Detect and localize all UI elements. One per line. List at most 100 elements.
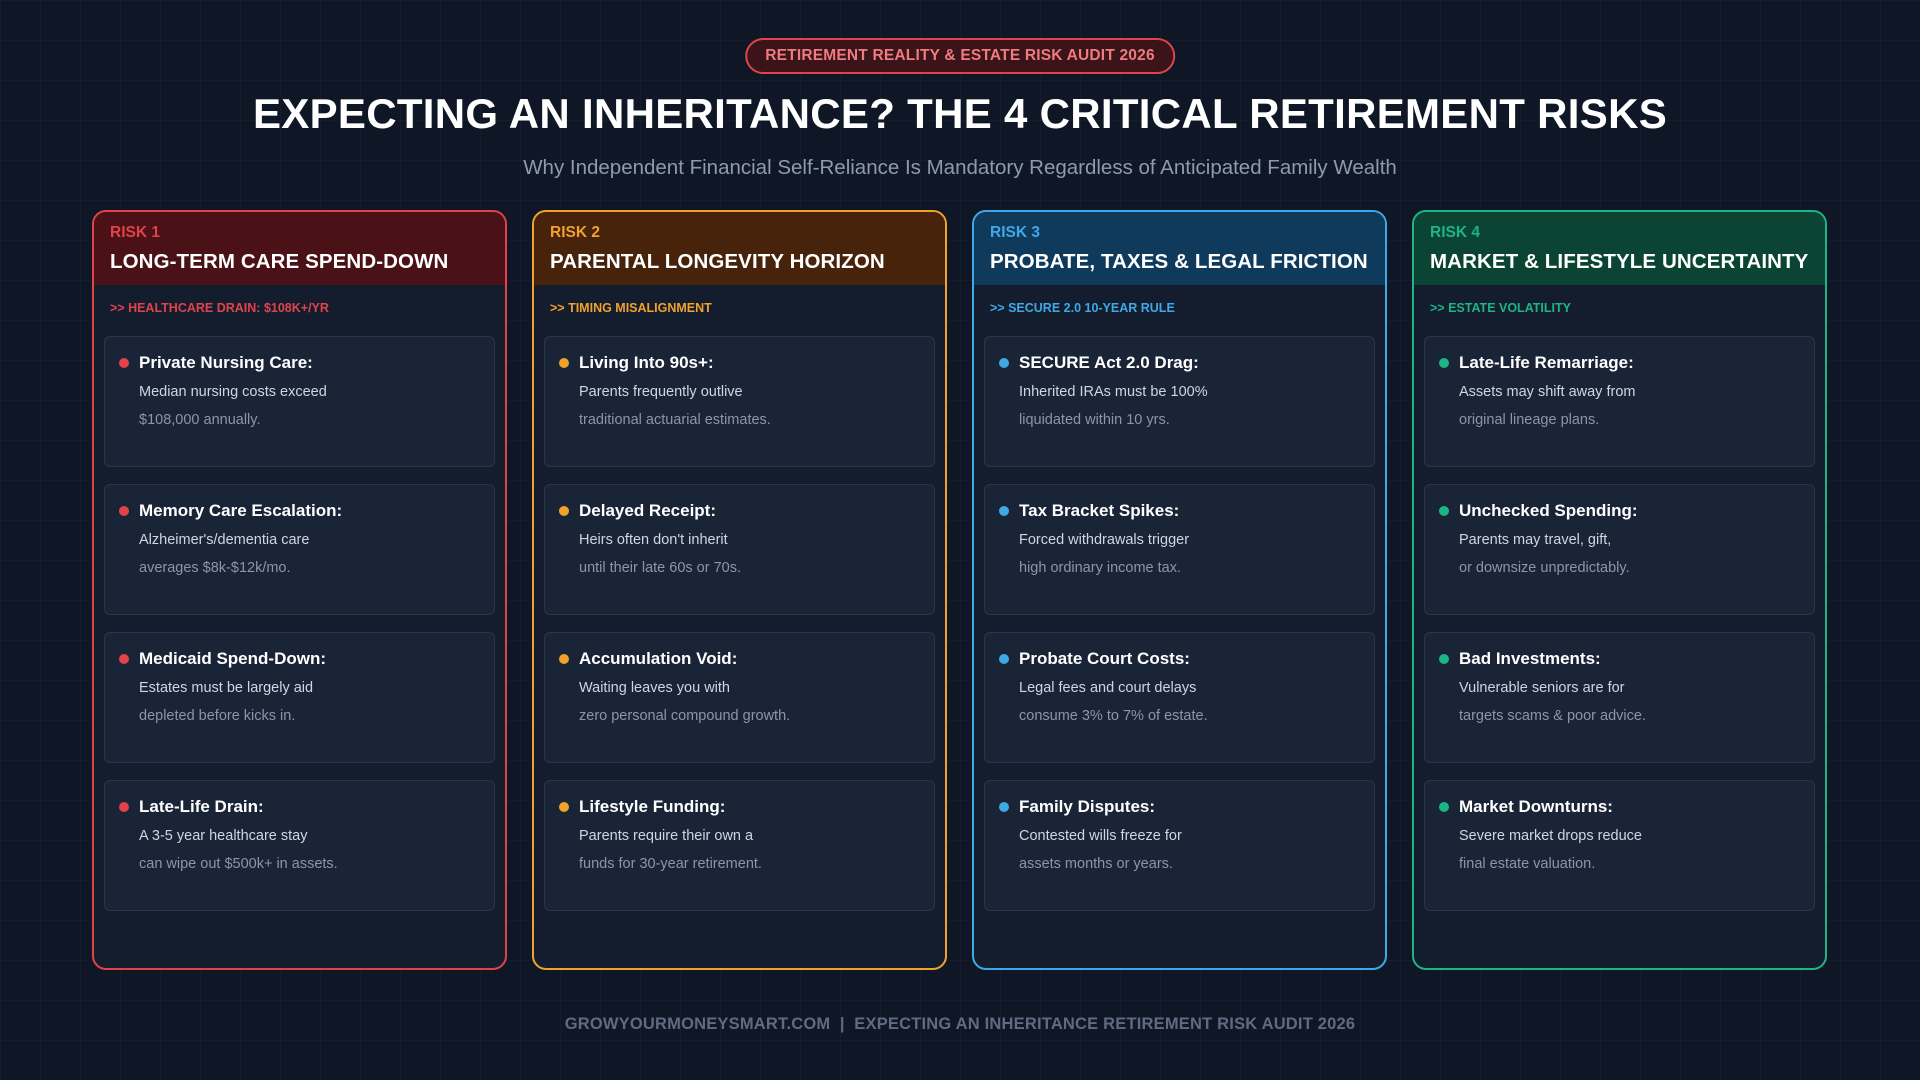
risk-card: Delayed Receipt: Heirs often don't inher…	[544, 484, 935, 615]
bullet-dot-icon	[119, 802, 129, 812]
card-text: liquidated within 10 yrs.	[1019, 412, 1170, 428]
page-subtitle: Why Independent Financial Self-Reliance …	[523, 156, 1397, 179]
risk-card: Memory Care Escalation: Alzheimer's/deme…	[104, 484, 495, 615]
card-title: Memory Care Escalation:	[139, 501, 343, 520]
card-title: Probate Court Costs:	[1019, 649, 1190, 668]
risk-card: Lifestyle Funding: Parents require their…	[544, 780, 935, 911]
risk-title: PARENTAL LONGEVITY HORIZON	[550, 250, 885, 273]
risk-cards: SECURE Act 2.0 Drag: Inherited IRAs must…	[984, 336, 1375, 928]
risk-title: PROBATE, TAXES & LEGAL FRICTION	[990, 250, 1368, 273]
card-text: final estate valuation.	[1459, 856, 1596, 872]
card-text: Median nursing costs exceed	[139, 384, 327, 400]
bullet-dot-icon	[559, 802, 569, 812]
bullet-dot-icon	[559, 358, 569, 368]
risk-card: Bad Investments: Vulnerable seniors are …	[1424, 632, 1815, 763]
card-text: traditional actuarial estimates.	[579, 412, 771, 428]
footer-credit: GROWYOURMONEYSMART.COM | EXPECTING AN IN…	[564, 1015, 1356, 1033]
infographic-page: RETIREMENT REALITY & ESTATE RISK AUDIT 2…	[0, 0, 1920, 1080]
risk-number: RISK 4	[1430, 224, 1480, 241]
bullet-dot-icon	[999, 358, 1009, 368]
risk-cards: Private Nursing Care: Median nursing cos…	[104, 336, 495, 928]
audit-badge: RETIREMENT REALITY & ESTATE RISK AUDIT 2…	[745, 38, 1175, 74]
risk-card: Late-Life Remarriage: Assets may shift a…	[1424, 336, 1815, 467]
card-text: Vulnerable seniors are for	[1459, 680, 1625, 696]
card-title: Family Disputes:	[1019, 797, 1156, 816]
risk-header: RISK 4 MARKET & LIFESTYLE UNCERTAINTY	[1414, 212, 1825, 285]
bullet-dot-icon	[1439, 506, 1449, 516]
card-text: Parents require their own a	[579, 828, 754, 844]
card-title: Bad Investments:	[1459, 649, 1601, 668]
card-title: Lifestyle Funding:	[579, 797, 726, 816]
bullet-dot-icon	[119, 654, 129, 664]
card-title: Medicaid Spend-Down:	[139, 649, 326, 668]
card-text: depleted before kicks in.	[139, 708, 296, 724]
bullet-dot-icon	[119, 358, 129, 368]
risk-header: RISK 2 PARENTAL LONGEVITY HORIZON	[534, 212, 945, 285]
card-text: high ordinary income tax.	[1019, 560, 1181, 576]
risk-number: RISK 2	[550, 224, 600, 241]
risk-cards: Living Into 90s+: Parents frequently out…	[544, 336, 935, 928]
card-text: or downsize unpredictably.	[1459, 560, 1630, 576]
card-title: Accumulation Void:	[579, 649, 738, 668]
risk-card: Living Into 90s+: Parents frequently out…	[544, 336, 935, 467]
risk-card: SECURE Act 2.0 Drag: Inherited IRAs must…	[984, 336, 1375, 467]
risk-column-4: RISK 4 MARKET & LIFESTYLE UNCERTAINTY >>…	[1412, 210, 1827, 970]
card-text: Assets may shift away from	[1459, 384, 1636, 400]
card-title: Late-Life Remarriage:	[1459, 353, 1634, 372]
risk-card: Tax Bracket Spikes: Forced withdrawals t…	[984, 484, 1375, 615]
risk-header: RISK 3 PROBATE, TAXES & LEGAL FRICTION	[974, 212, 1385, 285]
card-text: Legal fees and court delays	[1019, 680, 1197, 696]
bullet-dot-icon	[119, 506, 129, 516]
risk-number: RISK 1	[110, 224, 160, 241]
risk-card: Family Disputes: Contested wills freeze …	[984, 780, 1375, 911]
card-text: targets scams & poor advice.	[1459, 708, 1646, 724]
card-text: assets months or years.	[1019, 856, 1173, 872]
card-text: Inherited IRAs must be 100%	[1019, 384, 1208, 400]
card-text: until their late 60s or 70s.	[579, 560, 742, 576]
risk-tag: >> HEALTHCARE DRAIN: $108K+/YR	[110, 301, 329, 315]
card-title: Market Downturns:	[1459, 797, 1613, 816]
risk-column-3: RISK 3 PROBATE, TAXES & LEGAL FRICTION >…	[972, 210, 1387, 970]
risk-column-1: RISK 1 LONG-TERM CARE SPEND-DOWN >> HEAL…	[92, 210, 507, 970]
card-text: zero personal compound growth.	[579, 708, 791, 724]
card-text: Waiting leaves you with	[579, 680, 730, 696]
bullet-dot-icon	[999, 654, 1009, 664]
card-title: Unchecked Spending:	[1459, 501, 1638, 520]
risk-card: Late-Life Drain: A 3-5 year healthcare s…	[104, 780, 495, 911]
card-title: SECURE Act 2.0 Drag:	[1019, 353, 1199, 372]
card-title: Tax Bracket Spikes:	[1019, 501, 1180, 520]
bullet-dot-icon	[1439, 802, 1449, 812]
card-text: funds for 30-year retirement.	[579, 856, 762, 872]
card-text: consume 3% to 7% of estate.	[1019, 708, 1208, 724]
bullet-dot-icon	[999, 506, 1009, 516]
card-text: $108,000 annually.	[139, 412, 261, 428]
card-text: averages $8k-$12k/mo.	[139, 560, 291, 576]
card-title: Late-Life Drain:	[139, 797, 264, 816]
risk-column-2: RISK 2 PARENTAL LONGEVITY HORIZON >> TIM…	[532, 210, 947, 970]
risk-card: Probate Court Costs: Legal fees and cour…	[984, 632, 1375, 763]
card-text: Heirs often don't inherit	[579, 532, 728, 548]
card-text: can wipe out $500k+ in assets.	[139, 856, 338, 872]
card-text: Parents may travel, gift,	[1459, 532, 1612, 548]
bullet-dot-icon	[559, 654, 569, 664]
card-text: Severe market drops reduce	[1459, 828, 1642, 844]
bullet-dot-icon	[559, 506, 569, 516]
risk-card: Market Downturns: Severe market drops re…	[1424, 780, 1815, 911]
page-title: EXPECTING AN INHERITANCE? THE 4 CRITICAL…	[252, 90, 1668, 137]
risk-card: Unchecked Spending: Parents may travel, …	[1424, 484, 1815, 615]
risk-title: MARKET & LIFESTYLE UNCERTAINTY	[1430, 250, 1809, 273]
risk-title: LONG-TERM CARE SPEND-DOWN	[110, 250, 449, 273]
card-text: Estates must be largely aid	[139, 680, 314, 696]
risk-header: RISK 1 LONG-TERM CARE SPEND-DOWN	[94, 212, 505, 285]
card-text: Forced withdrawals trigger	[1019, 532, 1190, 548]
bullet-dot-icon	[1439, 358, 1449, 368]
risk-card: Accumulation Void: Waiting leaves you wi…	[544, 632, 935, 763]
card-text: Contested wills freeze for	[1019, 828, 1182, 844]
risk-number: RISK 3	[990, 224, 1040, 241]
risk-card: Private Nursing Care: Median nursing cos…	[104, 336, 495, 467]
risk-cards: Late-Life Remarriage: Assets may shift a…	[1424, 336, 1815, 928]
bullet-dot-icon	[1439, 654, 1449, 664]
risk-tag: >> SECURE 2.0 10-YEAR RULE	[990, 301, 1175, 315]
risk-columns: RISK 1 LONG-TERM CARE SPEND-DOWN >> HEAL…	[92, 210, 1827, 970]
card-text: Parents frequently outlive	[579, 384, 743, 400]
